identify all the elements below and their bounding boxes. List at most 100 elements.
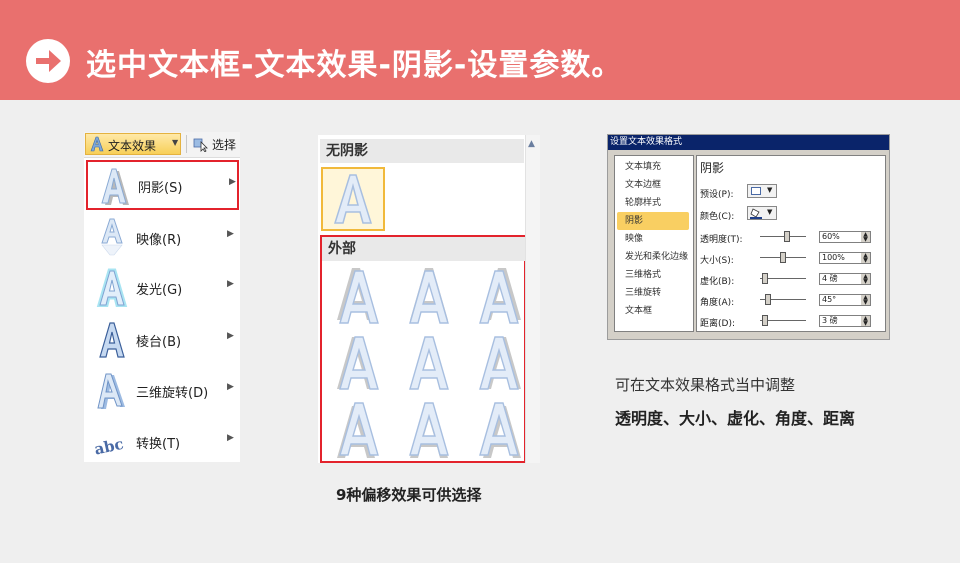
param-slider[interactable] (760, 273, 806, 285)
nav-item-shadow[interactable]: 阴影 (617, 212, 689, 230)
param-value: 4 磅 (822, 274, 838, 283)
text-effect-button[interactable]: 文本效果 ▼ (85, 133, 181, 155)
nav-item-3d-format[interactable]: 三维格式 (617, 266, 689, 284)
chevron-right-icon: ▶ (229, 177, 236, 187)
spin-arrows-icon[interactable]: ▲ ▼ (861, 316, 870, 327)
spin-arrows-icon[interactable]: ▲ ▼ (861, 274, 870, 285)
preset-swatch (751, 187, 761, 195)
bevel-a-icon (99, 322, 125, 358)
menu-item-3d-rotation[interactable]: 三维旋转(D) ▶ (84, 365, 240, 415)
3d-rotation-a-icon (97, 373, 125, 409)
svg-text:abc: abc (93, 435, 125, 459)
param-value: 3 磅 (822, 316, 838, 325)
menu-item-label: 转换(T) (136, 437, 181, 452)
outer-shadow-option[interactable] (400, 265, 460, 329)
outer-shadow-section: 外部 (320, 235, 526, 463)
param-value: 45° (822, 295, 837, 304)
outer-shadow-option[interactable] (400, 331, 460, 395)
param-spinbox[interactable]: 100% ▲ ▼ (819, 252, 871, 264)
param-spinbox[interactable]: 4 磅 ▲ ▼ (819, 273, 871, 285)
outer-shadow-option[interactable] (470, 331, 530, 395)
scroll-up-icon[interactable]: ▲ (528, 139, 535, 149)
shadowed-a-icon (337, 402, 379, 458)
text-effect-menu: 文本效果 ▼ 选择 阴影(S) ▶ 映像(R) ▶ 发光(G) ▶ 棱台(B) … (84, 132, 240, 462)
slider-thumb[interactable] (762, 315, 768, 326)
outer-shadow-option[interactable] (400, 397, 460, 461)
outer-shadow-option[interactable] (330, 331, 390, 395)
param-slider[interactable] (760, 294, 806, 306)
arrow-right-circle-icon (26, 39, 70, 83)
chevron-down-icon: ▼ (172, 138, 179, 147)
slider-track (760, 236, 806, 237)
select-button[interactable]: 选择 (192, 135, 240, 155)
plain-a-icon (333, 174, 373, 224)
param-slider[interactable] (760, 315, 806, 327)
menu-item-label: 发光(G) (136, 283, 183, 298)
preset-dropdown[interactable]: ▼ (747, 184, 777, 198)
outer-shadow-header: 外部 (322, 237, 526, 261)
outer-shadow-option[interactable] (470, 397, 530, 461)
param-label: 大小(S): (700, 256, 734, 266)
param-label: 距离(D): (700, 319, 735, 329)
header-banner: 选中文本框-文本效果-阴影-设置参数。 (0, 0, 960, 100)
nav-item-outline-style[interactable]: 轮廓样式 (617, 194, 689, 212)
chevron-down-icon: ▼ (767, 186, 773, 194)
shadowed-a-icon (479, 268, 521, 324)
slider-thumb[interactable] (762, 273, 768, 284)
param-label: 角度(A): (700, 298, 735, 308)
glow-a-icon (96, 268, 128, 307)
param-slider[interactable] (760, 252, 806, 264)
chevron-right-icon: ▶ (227, 331, 234, 341)
param-spinbox[interactable]: 3 磅 ▲ ▼ (819, 315, 871, 327)
dialog-caption-line2: 透明度、大小、虚化、角度、距离 (615, 409, 856, 428)
chevron-right-icon: ▶ (227, 433, 234, 443)
param-spinbox[interactable]: 60% ▲ ▼ (819, 231, 871, 243)
menu-item-transform[interactable]: abc 转换(T) ▶ (84, 416, 240, 466)
spin-arrows-icon[interactable]: ▲ ▼ (861, 232, 870, 243)
menu-item-shadow[interactable]: 阴影(S) ▶ (86, 160, 239, 210)
spin-arrows-icon[interactable]: ▲ ▼ (861, 295, 870, 306)
gallery-scrollbar[interactable]: ▲ (525, 135, 540, 463)
shadow-gallery: 无阴影 外部 ▲ (318, 135, 540, 463)
param-spinbox[interactable]: 45° ▲ ▼ (819, 294, 871, 306)
preset-label: 预设(P): (700, 190, 734, 200)
dialog-nav: 文本填充 文本边框 轮廓样式 阴影 映像 发光和柔化边缘 三维格式 三维旋转 文… (614, 155, 694, 332)
spin-arrows-icon[interactable]: ▲ ▼ (861, 253, 870, 264)
no-shadow-option[interactable] (321, 167, 385, 231)
shadowed-a-icon (479, 336, 521, 390)
nav-item-text-fill[interactable]: 文本填充 (617, 158, 689, 176)
nav-item-text-outline[interactable]: 文本边框 (617, 176, 689, 194)
dialog-title: 设置文本效果格式 (608, 135, 889, 150)
transform-abc-icon: abc (93, 435, 125, 459)
param-slider[interactable] (760, 231, 806, 243)
shadowed-a-icon (409, 268, 449, 324)
format-text-effects-dialog: 设置文本效果格式 文本填充 文本边框 轮廓样式 阴影 映像 发光和柔化边缘 三维… (607, 134, 890, 340)
ribbon-toolbar: 文本效果 ▼ 选择 (84, 132, 240, 158)
menu-item-reflection[interactable]: 映像(R) ▶ (84, 212, 240, 262)
shadowed-a-icon (479, 402, 521, 458)
nav-item-text-box[interactable]: 文本框 (617, 302, 689, 320)
chevron-down-icon: ▼ (767, 208, 773, 216)
gallery-caption: 9种偏移效果可供选择 (336, 486, 482, 504)
param-value: 100% (822, 253, 845, 262)
shadowed-a-icon (409, 336, 449, 390)
slider-thumb[interactable] (765, 294, 771, 305)
reflection-a-icon (101, 218, 123, 256)
menu-item-label: 三维旋转(D) (136, 386, 209, 401)
nav-item-3d-rotation[interactable]: 三维旋转 (617, 284, 689, 302)
menu-item-bevel[interactable]: 棱台(B) ▶ (84, 314, 240, 364)
nav-item-glow-soft-edges[interactable]: 发光和柔化边缘 (617, 248, 689, 266)
outer-shadow-option[interactable] (330, 397, 390, 461)
outer-shadow-option[interactable] (470, 265, 530, 329)
outer-shadow-option[interactable] (330, 265, 390, 329)
nav-item-reflection[interactable]: 映像 (617, 230, 689, 248)
menu-item-glow[interactable]: 发光(G) ▶ (84, 262, 240, 312)
select-objects-icon (193, 138, 208, 152)
color-dropdown[interactable]: ▼ (747, 206, 777, 220)
select-label: 选择 (212, 138, 237, 152)
menu-item-label: 阴影(S) (138, 181, 183, 196)
chevron-right-icon: ▶ (227, 229, 234, 239)
slider-thumb[interactable] (784, 231, 790, 242)
slider-thumb[interactable] (780, 252, 786, 263)
text-effect-label: 文本效果 (108, 139, 157, 153)
